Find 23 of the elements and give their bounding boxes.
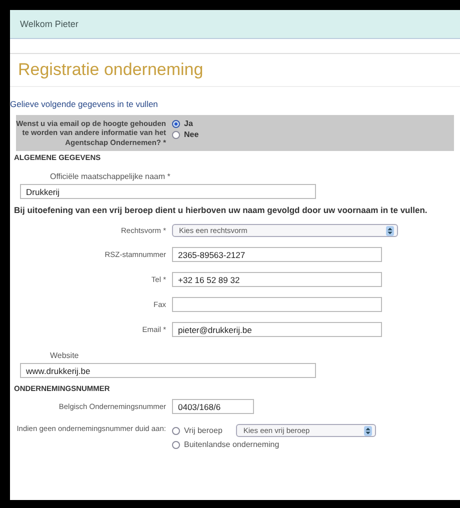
text-field[interactable]: Drukkerij	[20, 184, 316, 200]
radio-label: Buitenlandse onderneming	[184, 440, 280, 450]
text-field[interactable]: pieter@drukkerij.be	[172, 322, 382, 338]
welcome-bar: Welkom Pieter	[10, 10, 460, 39]
field-label: Officiële maatschappelijke naam *	[50, 172, 172, 182]
text-field[interactable]: +32 16 52 89 32	[172, 272, 382, 288]
radio-label: Vrij beroep	[184, 426, 222, 436]
radio-button[interactable]	[172, 120, 180, 128]
text-field[interactable]: 0403/168/6	[172, 399, 254, 414]
radio-label: Ja	[184, 119, 193, 128]
text-field[interactable]: www.drukkerij.be	[20, 363, 316, 378]
radio-label: Nee	[184, 130, 199, 139]
page-title: Registratie onderneming	[10, 53, 460, 87]
dropdown-arrows-icon	[364, 426, 372, 436]
radio-button[interactable]	[172, 440, 180, 449]
note-text: Bij uitoefening van een vrij beroep dient u hierboven uw naam gevolgd door uw voornaam in te vullen.	[14, 205, 428, 216]
radio-button[interactable]	[172, 426, 180, 435]
text-field[interactable]	[172, 297, 382, 312]
intro-text: Gelieve volgende gegevens in te vullen	[10, 99, 159, 109]
dropdown-arrows-icon	[386, 226, 394, 236]
text-field[interactable]: 2365-89563-2127	[172, 247, 382, 262]
radio-button[interactable]	[172, 130, 180, 138]
field-label: Website	[50, 351, 80, 360]
